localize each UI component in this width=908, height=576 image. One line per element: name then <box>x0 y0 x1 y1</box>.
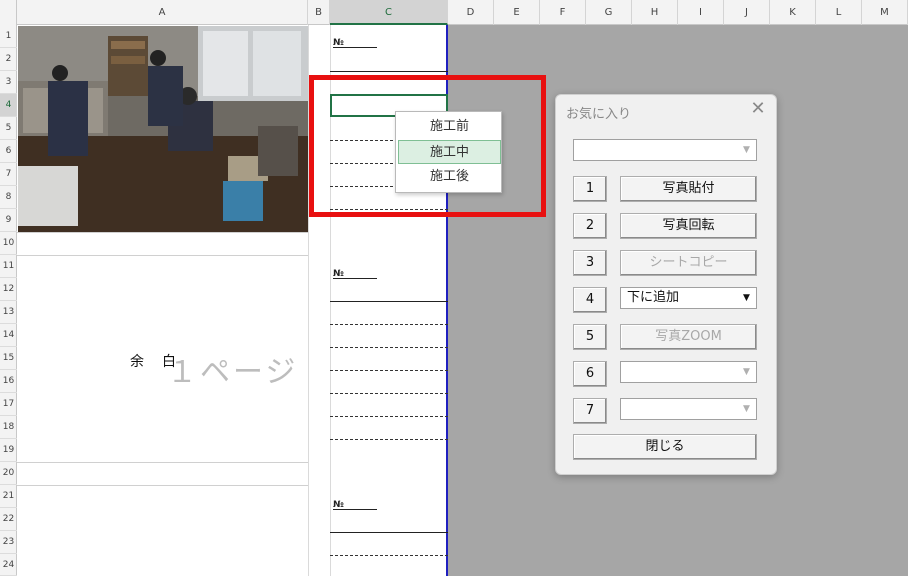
close-icon[interactable]: ✕ <box>748 99 768 119</box>
row-header-8[interactable]: 8 <box>0 186 17 209</box>
num-button-6[interactable]: 6 <box>573 361 607 387</box>
row-header-10[interactable]: 10 <box>0 232 17 255</box>
column-header-a[interactable]: A <box>17 0 308 25</box>
gridline <box>17 462 308 463</box>
column-header-b[interactable]: B <box>308 0 330 25</box>
chevron-down-icon[interactable]: ▼ <box>738 141 755 159</box>
chevron-down-icon[interactable]: ▼ <box>738 363 755 381</box>
highlight-annotation <box>309 75 546 217</box>
top-combo-box[interactable]: ▼ <box>573 139 757 161</box>
paste-photo-button[interactable]: 写真貼付 <box>620 176 757 202</box>
row-header-4[interactable]: 4 <box>0 94 17 117</box>
chevron-down-icon[interactable]: ▼ <box>738 400 755 418</box>
row-header-14[interactable]: 14 <box>0 324 17 347</box>
solid-line <box>330 71 448 72</box>
column-header-h[interactable]: H <box>632 0 678 25</box>
dotted-line <box>330 347 448 348</box>
favorites-dialog: お気に入り ✕ ▼ 1 写真貼付 2 写真回転 3 シートコピー 4 下に追加 … <box>555 94 777 475</box>
row-header-2[interactable]: 2 <box>0 48 17 71</box>
dotted-line <box>330 416 448 417</box>
row-header-20[interactable]: 20 <box>0 462 17 485</box>
solid-line <box>330 532 448 533</box>
photo-image <box>18 26 308 232</box>
row-header-22[interactable]: 22 <box>0 508 17 531</box>
column-header-m[interactable]: M <box>862 0 908 25</box>
row-header-bar: 1 2 3 4 5 6 7 8 9 10 11 12 13 14 15 16 1… <box>0 25 17 576</box>
column-header-f[interactable]: F <box>540 0 586 25</box>
row-header-1[interactable]: 1 <box>0 25 17 48</box>
dialog-title: お気に入り <box>566 107 632 122</box>
row-header-15[interactable]: 15 <box>0 347 17 370</box>
column-header-bar: A B C D E F G H I J K L M <box>0 0 908 25</box>
gridline <box>17 232 308 233</box>
column-header-d[interactable]: D <box>448 0 494 25</box>
column-header-k[interactable]: K <box>770 0 816 25</box>
row-header-24[interactable]: 24 <box>0 554 17 576</box>
row-header-13[interactable]: 13 <box>0 301 17 324</box>
num-button-3[interactable]: 3 <box>573 250 607 276</box>
chevron-down-icon[interactable]: ▼ <box>738 289 755 307</box>
number-underline <box>333 47 377 48</box>
number-underline <box>333 278 377 279</box>
row-header-12[interactable]: 12 <box>0 278 17 301</box>
rotate-photo-button[interactable]: 写真回転 <box>620 213 757 239</box>
row-header-19[interactable]: 19 <box>0 439 17 462</box>
row-header-3[interactable]: 3 <box>0 71 17 94</box>
dotted-line <box>330 324 448 325</box>
close-dialog-button[interactable]: 閉じる <box>573 434 757 460</box>
column-header-e[interactable]: E <box>494 0 540 25</box>
dotted-line <box>330 439 448 440</box>
row-header-18[interactable]: 18 <box>0 416 17 439</box>
row-header-16[interactable]: 16 <box>0 370 17 393</box>
column-header-g[interactable]: G <box>586 0 632 25</box>
num-button-2[interactable]: 2 <box>573 213 607 239</box>
combo-6[interactable]: ▼ <box>620 361 757 383</box>
page-watermark: １ページ <box>167 355 299 390</box>
gridline <box>17 255 308 256</box>
row-header-23[interactable]: 23 <box>0 531 17 554</box>
row-header-21[interactable]: 21 <box>0 485 17 508</box>
column-header-c[interactable]: C <box>330 0 448 25</box>
solid-line <box>330 301 448 302</box>
gridline <box>17 485 308 486</box>
add-below-combo[interactable]: 下に追加 ▼ <box>620 287 757 309</box>
add-below-value: 下に追加 <box>627 290 680 305</box>
column-header-i[interactable]: I <box>678 0 724 25</box>
construction-photo[interactable] <box>18 26 308 232</box>
row-header-7[interactable]: 7 <box>0 163 17 186</box>
column-header-j[interactable]: J <box>724 0 770 25</box>
row-header-9[interactable]: 9 <box>0 209 17 232</box>
row-header-6[interactable]: 6 <box>0 140 17 163</box>
number-underline <box>333 509 377 510</box>
num-button-5[interactable]: 5 <box>573 324 607 350</box>
row-header-11[interactable]: 11 <box>0 255 17 278</box>
column-header-l[interactable]: L <box>816 0 862 25</box>
dotted-line <box>330 393 448 394</box>
dotted-line <box>330 555 448 556</box>
num-button-1[interactable]: 1 <box>573 176 607 202</box>
dotted-line <box>330 370 448 371</box>
num-button-4[interactable]: 4 <box>573 287 607 313</box>
combo-7[interactable]: ▼ <box>620 398 757 420</box>
row-header-5[interactable]: 5 <box>0 117 17 140</box>
photo-zoom-button[interactable]: 写真ZOOM <box>620 324 757 350</box>
select-all-corner[interactable] <box>0 0 17 25</box>
num-button-7[interactable]: 7 <box>573 398 607 424</box>
row-header-17[interactable]: 17 <box>0 393 17 416</box>
sheet-copy-button[interactable]: シートコピー <box>620 250 757 276</box>
